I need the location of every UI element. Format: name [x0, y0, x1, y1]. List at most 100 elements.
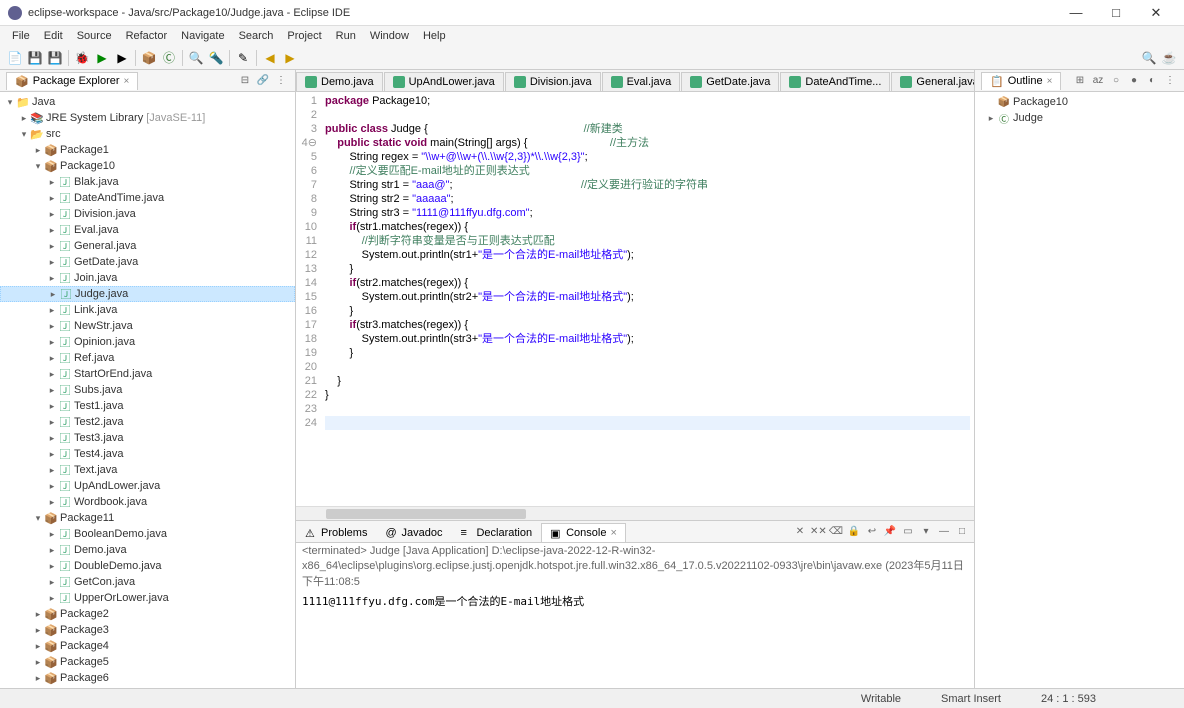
file-doubledemo-java[interactable]: ▸🄹DoubleDemo.java — [0, 558, 295, 574]
package4[interactable]: ▸📦Package4 — [0, 638, 295, 654]
outline-tab[interactable]: 📋 Outline × — [981, 72, 1061, 90]
clear-console-button[interactable]: ⌫ — [828, 526, 844, 542]
file-test1-java[interactable]: ▸🄹Test1.java — [0, 398, 295, 414]
outline-class[interactable]: ▸ⒸJudge — [975, 110, 1184, 126]
file-judge-java[interactable]: ▸🄹Judge.java — [0, 286, 295, 302]
perspective-java-button[interactable]: ☕ — [1160, 49, 1178, 67]
close-icon[interactable]: × — [1047, 76, 1053, 87]
file-blak-java[interactable]: ▸🄹Blak.java — [0, 174, 295, 190]
file-test4-java[interactable]: ▸🄹Test4.java — [0, 446, 295, 462]
collapse-all-button[interactable]: ⊟ — [237, 73, 253, 89]
close-button[interactable]: ✕ — [1136, 5, 1176, 21]
file-getdate-java[interactable]: ▸🄹GetDate.java — [0, 254, 295, 270]
console-output[interactable]: 1111@111ffyu.dfg.com是一个合法的E-mail地址格式 — [296, 591, 974, 688]
minimize-button[interactable]: — — [1056, 5, 1096, 20]
package-explorer-tree[interactable]: ▾📁Java▸📚JRE System Library [JavaSE-11]▾📂… — [0, 92, 295, 688]
file-demo-java[interactable]: ▸🄹Demo.java — [0, 542, 295, 558]
display-console-button[interactable]: ▭ — [900, 526, 916, 542]
package10[interactable]: ▾📦Package10 — [0, 158, 295, 174]
menu-search[interactable]: Search — [233, 28, 280, 44]
bottom-tab-declaration[interactable]: ≡Declaration — [451, 523, 541, 542]
hide-fields-button[interactable]: ○ — [1108, 73, 1124, 89]
minimize-panel-button[interactable]: — — [936, 526, 952, 542]
package5[interactable]: ▸📦Package5 — [0, 654, 295, 670]
forward-button[interactable]: ▶ — [281, 49, 299, 67]
open-console-button[interactable]: ▾ — [918, 526, 934, 542]
menu-help[interactable]: Help — [417, 28, 452, 44]
bottom-tab-problems[interactable]: ⚠Problems — [296, 523, 376, 542]
save-button[interactable]: 💾 — [26, 49, 44, 67]
jre-library[interactable]: ▸📚JRE System Library [JavaSE-11] — [0, 110, 295, 126]
close-icon[interactable]: × — [610, 527, 616, 539]
editor-tab-general-java[interactable]: General.java — [891, 72, 974, 91]
file-getcon-java[interactable]: ▸🄹GetCon.java — [0, 574, 295, 590]
view-menu-button[interactable]: ⋮ — [1162, 73, 1178, 89]
menu-edit[interactable]: Edit — [38, 28, 69, 44]
file-link-java[interactable]: ▸🄹Link.java — [0, 302, 295, 318]
editor-tab-dateandtime-[interactable]: DateAndTime... — [780, 72, 890, 91]
editor-tab-upandlower-java[interactable]: UpAndLower.java — [384, 72, 504, 91]
file-text-java[interactable]: ▸🄹Text.java — [0, 462, 295, 478]
bottom-tab-console[interactable]: ▣Console × — [541, 523, 626, 542]
editor-tab-demo-java[interactable]: Demo.java — [296, 72, 383, 91]
menu-source[interactable]: Source — [71, 28, 118, 44]
code-content[interactable]: package Package10; public class Judge { … — [321, 92, 974, 506]
scrollbar-thumb[interactable] — [326, 509, 526, 519]
menu-project[interactable]: Project — [281, 28, 327, 44]
package11[interactable]: ▾📦Package11 — [0, 510, 295, 526]
menu-run[interactable]: Run — [330, 28, 362, 44]
sort-button[interactable]: az — [1090, 73, 1106, 89]
editor-tab-getdate-java[interactable]: GetDate.java — [681, 72, 779, 91]
quick-access-button[interactable]: 🔍 — [1140, 49, 1158, 67]
outline-tree[interactable]: 📦Package10▸ⒸJudge — [975, 92, 1184, 688]
debug-button[interactable]: 🐞 — [73, 49, 91, 67]
new-package-button[interactable]: 📦 — [140, 49, 158, 67]
src-folder[interactable]: ▾📂src — [0, 126, 295, 142]
file-division-java[interactable]: ▸🄹Division.java — [0, 206, 295, 222]
file-booleandemo-java[interactable]: ▸🄹BooleanDemo.java — [0, 526, 295, 542]
file-upandlower-java[interactable]: ▸🄹UpAndLower.java — [0, 478, 295, 494]
new-button[interactable]: 📄 — [6, 49, 24, 67]
file-startorend-java[interactable]: ▸🄹StartOrEnd.java — [0, 366, 295, 382]
menu-refactor[interactable]: Refactor — [120, 28, 174, 44]
menu-window[interactable]: Window — [364, 28, 415, 44]
maximize-button[interactable]: □ — [1096, 5, 1136, 20]
remove-all-button[interactable]: ✕✕ — [810, 526, 826, 542]
new-class-button[interactable]: Ⓒ — [160, 49, 178, 67]
file-test2-java[interactable]: ▸🄹Test2.java — [0, 414, 295, 430]
project-java[interactable]: ▾📁Java — [0, 94, 295, 110]
run-button[interactable]: ▶ — [93, 49, 111, 67]
file-eval-java[interactable]: ▸🄹Eval.java — [0, 222, 295, 238]
scroll-lock-button[interactable]: 🔒 — [846, 526, 862, 542]
menu-navigate[interactable]: Navigate — [175, 28, 230, 44]
file-upperorlower-java[interactable]: ▸🄹UpperOrLower.java — [0, 590, 295, 606]
file-subs-java[interactable]: ▸🄹Subs.java — [0, 382, 295, 398]
file-opinion-java[interactable]: ▸🄹Opinion.java — [0, 334, 295, 350]
save-all-button[interactable]: 💾 — [46, 49, 64, 67]
close-icon[interactable]: × — [124, 76, 130, 87]
editor-scrollbar-horizontal[interactable] — [296, 506, 974, 520]
file-wordbook-java[interactable]: ▸🄹Wordbook.java — [0, 494, 295, 510]
editor-tab-eval-java[interactable]: Eval.java — [602, 72, 681, 91]
link-editor-button[interactable]: 🔗 — [255, 73, 271, 89]
hide-static-button[interactable]: ● — [1126, 73, 1142, 89]
coverage-button[interactable]: ▶ — [113, 49, 131, 67]
file-general-java[interactable]: ▸🄹General.java — [0, 238, 295, 254]
file-dateandtime-java[interactable]: ▸🄹DateAndTime.java — [0, 190, 295, 206]
package6[interactable]: ▸📦Package6 — [0, 670, 295, 686]
maximize-panel-button[interactable]: □ — [954, 526, 970, 542]
file-ref-java[interactable]: ▸🄹Ref.java — [0, 350, 295, 366]
open-type-button[interactable]: 🔍 — [187, 49, 205, 67]
back-button[interactable]: ◀ — [261, 49, 279, 67]
search-button[interactable]: 🔦 — [207, 49, 225, 67]
package2[interactable]: ▸📦Package2 — [0, 606, 295, 622]
bottom-tab-javadoc[interactable]: @Javadoc — [376, 523, 451, 542]
toggle-mark-button[interactable]: ✎ — [234, 49, 252, 67]
view-menu-button[interactable]: ⋮ — [273, 73, 289, 89]
package1[interactable]: ▸📦Package1 — [0, 142, 295, 158]
package-explorer-tab[interactable]: 📦 Package Explorer × — [6, 72, 138, 90]
word-wrap-button[interactable]: ↩ — [864, 526, 880, 542]
hide-nonpublic-button[interactable]: ◐ — [1144, 73, 1160, 89]
menu-file[interactable]: File — [6, 28, 36, 44]
outline-package[interactable]: 📦Package10 — [975, 94, 1184, 110]
